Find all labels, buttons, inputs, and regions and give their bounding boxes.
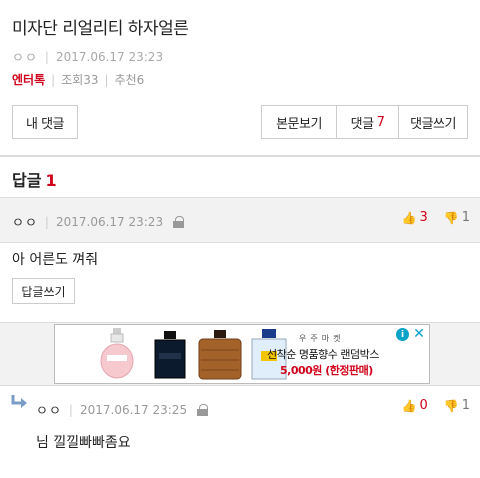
ad-close-icon[interactable]: ✕	[412, 327, 426, 341]
reply-author[interactable]: ㅇㅇ	[12, 212, 38, 231]
post-header: 미자단 리얼리티 하자얼른 ㅇㅇ | 2017.06.17 23:23 엔터톡 …	[12, 14, 468, 88]
my-comments-button[interactable]: 내 댓글	[12, 105, 78, 139]
perfume-bottle-blue	[154, 331, 186, 379]
post-category[interactable]: 엔터톡	[12, 71, 45, 88]
reply-meta: ㅇㅇ | 2017.06.17 23:23	[12, 212, 185, 231]
downvote-count: 1	[461, 210, 470, 225]
nested-reply-date: 2017.06.17 23:25	[79, 402, 188, 417]
post-author[interactable]: ㅇㅇ	[12, 47, 38, 66]
post-recommends: 추천6	[114, 73, 145, 87]
ad-info-icon[interactable]: i	[396, 328, 409, 341]
ad-banner[interactable]: 우주마켓 선착순 명품향수 랜덤박스 5,000원 (한정판매) i ✕	[54, 324, 430, 384]
reply-arrow-icon	[11, 395, 27, 408]
separator: |	[51, 72, 56, 87]
perfume-bottle-brown	[198, 330, 242, 380]
reply-date: 2017.06.17 23:23	[55, 214, 164, 229]
lock-icon	[197, 403, 209, 416]
reply-body: 아 어른도 껴줘	[12, 252, 99, 268]
ad-banner-area: 우주마켓 선착순 명품향수 랜덤박스 5,000원 (한정판매) i ✕	[0, 322, 480, 386]
comments-label: 댓글	[350, 116, 374, 132]
downvote-button[interactable]: 👎 1	[444, 398, 470, 413]
nested-reply-meta: ㅇㅇ | 2017.06.17 23:25	[36, 400, 209, 419]
separator: |	[44, 214, 49, 229]
comments-count: 7	[376, 114, 385, 130]
ad-price: 5,000원 (한정판매)	[280, 364, 373, 377]
nested-reply-author[interactable]: ㅇㅇ	[36, 400, 62, 419]
post-stats: 엔터톡 | 조회33 | 추천6	[12, 71, 468, 88]
upvote-button[interactable]: 👍 0	[402, 398, 428, 413]
downvote-button[interactable]: 👎 1	[444, 210, 470, 225]
nested-reply-body: 님 낄낄빠빠좀요	[36, 435, 131, 451]
upvote-button[interactable]: 👍 3	[402, 210, 428, 225]
thumbs-up-icon: 👍	[401, 398, 417, 413]
reply-votes: 👍 3 👎 1	[402, 210, 470, 225]
post-views: 조회33	[61, 73, 99, 87]
downvote-count: 1	[461, 398, 470, 413]
thumbs-down-icon: 👎	[443, 210, 459, 225]
upvote-count: 3	[419, 210, 428, 225]
post-meta: ㅇㅇ | 2017.06.17 23:23	[12, 47, 468, 67]
upvote-count: 0	[419, 398, 428, 413]
replies-title: 답글	[12, 171, 42, 190]
view-post-button[interactable]: 본문보기	[262, 106, 337, 138]
separator: |	[68, 402, 73, 417]
comment-toolbar: 본문보기 댓글 7 댓글쓰기	[261, 105, 468, 139]
thumbs-up-icon: 👍	[401, 210, 417, 225]
replies-count: 1	[45, 171, 57, 190]
separator: |	[104, 72, 109, 87]
nested-reply-votes: 👍 0 👎 1	[402, 398, 470, 413]
ad-brand: 우주마켓	[299, 334, 345, 343]
perfume-bottle-pink	[100, 328, 134, 379]
reply-button[interactable]: 답글쓰기	[12, 278, 75, 304]
post-date: 2017.06.17 23:23	[55, 49, 164, 64]
thumbs-down-icon: 👎	[443, 398, 459, 413]
lock-icon	[173, 215, 185, 228]
comments-button[interactable]: 댓글 7	[337, 106, 399, 138]
post-title: 미자단 리얼리티 하자얼른	[12, 19, 189, 39]
section-divider	[0, 155, 480, 157]
reply-header: ㅇㅇ | 2017.06.17 23:23 👍 3 👎 1	[0, 197, 480, 243]
nested-reply-header: ㅇㅇ | 2017.06.17 23:25 👍 0 👎 1	[0, 390, 480, 426]
ad-headline: 선착순 명품향수 랜덤박스	[267, 348, 379, 361]
replies-header: 답글 1	[12, 167, 57, 191]
separator: |	[44, 49, 49, 64]
write-comment-button[interactable]: 댓글쓰기	[399, 106, 467, 138]
